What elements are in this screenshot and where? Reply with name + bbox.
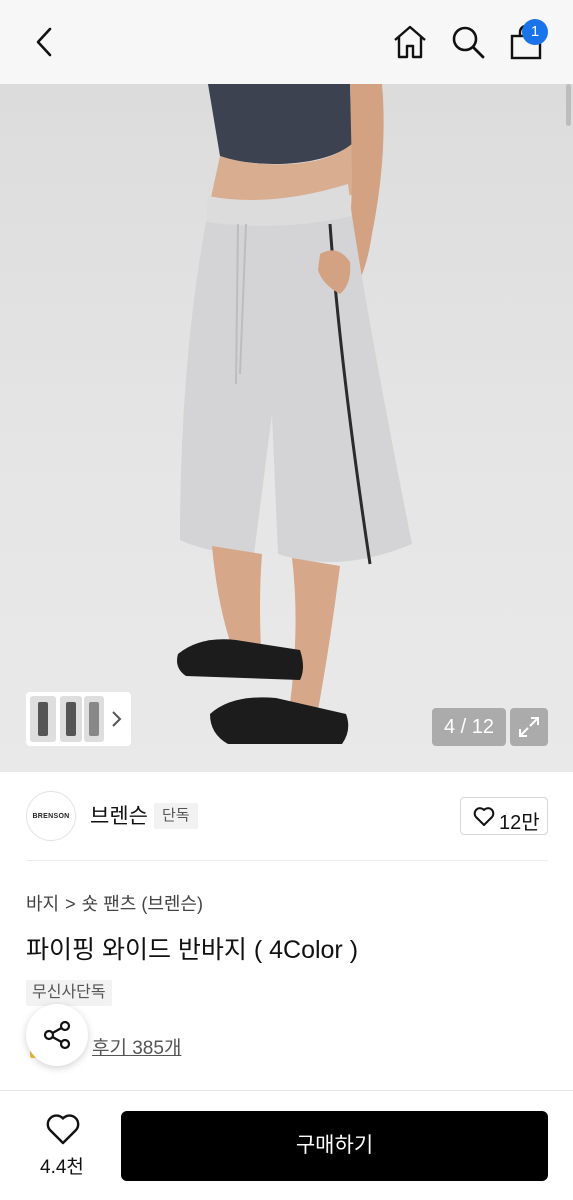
thumbnail-figure [66,702,76,736]
thumbnail-figure [89,702,99,736]
expand-button[interactable] [510,708,548,746]
home-icon[interactable] [390,22,430,62]
brand-like-button[interactable]: 12만 [460,797,548,835]
cart-count-badge: 1 [522,19,548,45]
breadcrumb-category[interactable]: 바지 [26,894,59,914]
thumbnail-1[interactable] [30,696,56,742]
brand-logo[interactable]: BRENSON [26,791,76,841]
share-icon [43,1020,71,1050]
brand-like-count: 12만 [499,812,540,834]
brand-exclusive-tag: 단독 [154,803,198,829]
wishlist-count: 4.4천 [40,1157,84,1178]
product-photo-illustration [177,84,412,744]
buy-button[interactable]: 구매하기 [121,1111,548,1181]
section-divider [26,860,548,861]
breadcrumb-subcategory[interactable]: 숏 팬츠 (브렌슨) [82,894,203,914]
page-scrollbar[interactable] [566,84,571,126]
chevron-left-icon[interactable] [28,24,64,60]
heart-icon [473,807,495,826]
thumbnail-2[interactable] [60,696,82,742]
product-title: 파이핑 와이드 반바지 ( 4Color ) [26,936,359,964]
brand-name[interactable]: 브렌슨 [90,800,148,830]
product-image[interactable] [0,84,573,772]
image-counter: 4 / 12 [432,708,506,746]
exclusive-badge: 무신사단독 [26,980,112,1006]
chevron-right-icon: > [65,894,76,914]
share-button[interactable] [26,1004,88,1066]
breadcrumb: 바지 > 숏 팬츠 (브렌슨) [26,890,203,916]
expand-icon [519,717,539,737]
chevron-right-icon[interactable] [109,710,123,728]
wishlist-heart-icon[interactable] [45,1113,81,1147]
review-count-link[interactable]: 후기 385개 [92,1033,181,1060]
top-bar: 1 [0,0,573,84]
thumbnail-3[interactable] [84,696,104,742]
thumbnail-figure [38,702,48,736]
search-icon[interactable] [448,22,488,62]
